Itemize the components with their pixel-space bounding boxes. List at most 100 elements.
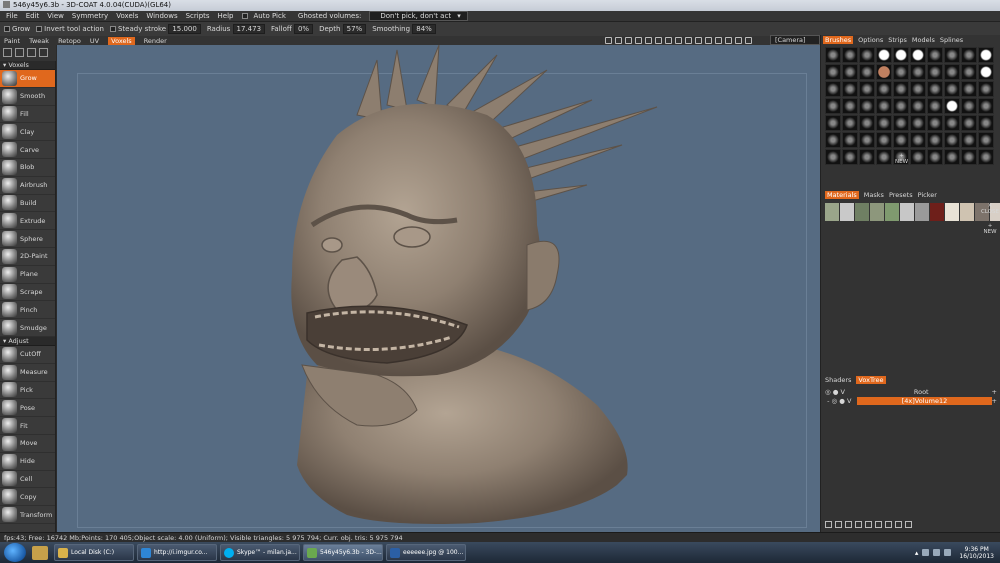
tab-voxtree[interactable]: VoxTree xyxy=(856,376,886,384)
voxtree-row-root[interactable]: ◎ ● V Root + xyxy=(825,387,997,396)
brush-alpha[interactable] xyxy=(978,132,994,148)
export-icon[interactable] xyxy=(895,521,902,528)
tool-blob[interactable]: Blob xyxy=(0,159,55,177)
depth-value[interactable]: 57% xyxy=(342,24,367,34)
brush-alpha[interactable] xyxy=(859,115,875,131)
menu-windows[interactable]: Windows xyxy=(142,12,181,20)
brush-alpha[interactable] xyxy=(876,47,892,63)
menu-view[interactable]: View xyxy=(43,12,68,20)
tool-build[interactable]: Build xyxy=(0,195,55,213)
brush-alpha[interactable] xyxy=(944,115,960,131)
add-volume-icon[interactable] xyxy=(825,521,832,528)
invert-checkbox[interactable] xyxy=(36,26,43,32)
brush-alpha[interactable] xyxy=(876,115,892,131)
tool-pick[interactable]: Pick xyxy=(0,382,55,400)
brush-alpha[interactable] xyxy=(825,149,841,165)
brush-alpha[interactable] xyxy=(842,115,858,131)
light-icon[interactable] xyxy=(715,37,722,44)
brush-alpha[interactable] xyxy=(859,149,875,165)
tab-strips[interactable]: Strips xyxy=(888,36,907,44)
brush-alpha[interactable] xyxy=(978,98,994,114)
tool-airbrush[interactable]: Airbrush xyxy=(0,177,55,195)
material-swatch[interactable] xyxy=(885,203,899,221)
tool-2d-paint[interactable]: 2D-Paint xyxy=(0,248,55,266)
menu-symmetry[interactable]: Symmetry xyxy=(68,12,112,20)
section-voxels[interactable]: ▾ Voxels xyxy=(0,61,55,70)
tab-brushes[interactable]: Brushes xyxy=(823,36,854,44)
brush-alpha[interactable] xyxy=(927,149,943,165)
tab-presets[interactable]: Presets xyxy=(889,191,913,199)
brush-alpha[interactable] xyxy=(944,132,960,148)
brush-alpha[interactable] xyxy=(825,115,841,131)
hide-all-icon[interactable] xyxy=(875,521,882,528)
task-photoshop[interactable]: eeeeee.jpg @ 100... xyxy=(386,544,466,561)
tab-paint[interactable]: Paint xyxy=(4,37,20,45)
move-view-icon[interactable] xyxy=(615,37,622,44)
start-button[interactable] xyxy=(4,543,26,562)
brush-alpha[interactable] xyxy=(944,64,960,80)
tool-transform[interactable]: Transform xyxy=(0,506,55,524)
auto-pick-toggle[interactable]: Auto Pick xyxy=(238,12,294,20)
tab-shaders[interactable]: Shaders xyxy=(825,376,851,384)
brush-alpha[interactable] xyxy=(859,81,875,97)
brush-alpha[interactable] xyxy=(859,64,875,80)
tool-extrude[interactable]: Extrude xyxy=(0,212,55,231)
falloff-control[interactable]: Falloff 0% xyxy=(271,24,314,34)
material-swatch[interactable] xyxy=(945,203,959,221)
brush-alpha[interactable] xyxy=(876,132,892,148)
smoothing-value[interactable]: 84% xyxy=(412,24,436,34)
clone-icon[interactable] xyxy=(835,521,842,528)
brush-alpha[interactable] xyxy=(910,98,926,114)
brush-alpha[interactable] xyxy=(927,81,943,97)
voxtree-row-volume[interactable]: - ◎ ● V [4x]Volume12 + xyxy=(825,396,997,405)
radius-value[interactable]: 17.473 xyxy=(232,24,266,34)
brush-alpha[interactable] xyxy=(927,98,943,114)
task-skype[interactable]: Skype™ - milan.ja... xyxy=(220,544,300,561)
stroke-mode-icon[interactable] xyxy=(27,48,36,57)
tool-fit[interactable]: Fit xyxy=(0,417,55,435)
brush-alpha[interactable] xyxy=(961,98,977,114)
menu-voxels[interactable]: Voxels xyxy=(112,12,142,20)
tab-models[interactable]: Models xyxy=(912,36,935,44)
tool-pose[interactable]: Pose xyxy=(0,399,55,418)
wireframe-icon[interactable] xyxy=(705,37,712,44)
task-3dcoat[interactable]: 546y45y6.3b - 3D-... xyxy=(303,544,383,561)
tool-copy[interactable]: Copy xyxy=(0,488,55,507)
brush-alpha[interactable] xyxy=(961,64,977,80)
zoom-icon[interactable] xyxy=(635,37,642,44)
material-swatch[interactable] xyxy=(915,203,929,221)
brush-alpha[interactable] xyxy=(978,149,994,165)
brush-alpha[interactable] xyxy=(876,81,892,97)
brush-alpha[interactable] xyxy=(893,132,909,148)
view-options-icon[interactable] xyxy=(745,37,752,44)
brush-alpha[interactable] xyxy=(961,47,977,63)
tab-render[interactable]: Render xyxy=(144,37,167,45)
pinned-app-icon[interactable] xyxy=(32,545,48,560)
tool-cutoff[interactable]: CutOff xyxy=(0,346,55,364)
material-swatch[interactable] xyxy=(900,203,914,221)
menu-scripts[interactable]: Scripts xyxy=(182,12,214,20)
brush-alpha[interactable] xyxy=(825,132,841,148)
steady-value[interactable]: 15.000 xyxy=(168,24,201,34)
brush-alpha[interactable] xyxy=(893,115,909,131)
radius-control[interactable]: Radius 17.473 xyxy=(207,24,266,34)
brush-alpha[interactable] xyxy=(927,115,943,131)
pan-icon[interactable] xyxy=(645,37,652,44)
tab-masks[interactable]: Masks xyxy=(864,191,884,199)
tool-grow[interactable]: Grow xyxy=(0,70,55,88)
task-local-disk[interactable]: Local Disk (C:) xyxy=(54,544,134,561)
brush-alpha[interactable] xyxy=(944,47,960,63)
tab-tweak[interactable]: Tweak xyxy=(29,37,49,45)
tool-smooth[interactable]: Smooth xyxy=(0,88,55,106)
brush-alpha[interactable] xyxy=(910,81,926,97)
brush-alpha[interactable] xyxy=(910,149,926,165)
material-swatch[interactable] xyxy=(960,203,974,221)
brush-alpha[interactable] xyxy=(910,47,926,63)
play-icon[interactable] xyxy=(665,37,672,44)
material-swatch[interactable] xyxy=(855,203,869,221)
brush-alpha[interactable] xyxy=(842,98,858,114)
brush-alpha[interactable] xyxy=(944,98,960,114)
falloff-value[interactable]: 0% xyxy=(293,24,314,34)
brush-alpha[interactable] xyxy=(978,47,994,63)
brush-alpha[interactable] xyxy=(825,81,841,97)
